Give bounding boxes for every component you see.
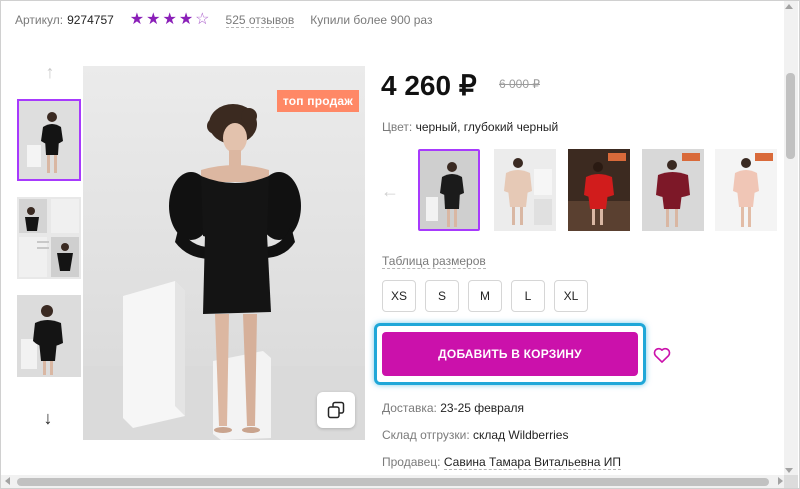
heart-icon [653,347,671,363]
vertical-scroll-thumb[interactable] [786,73,795,159]
delivery-value: 23-25 февраля [440,401,525,415]
scroll-left-arrow-icon[interactable] [5,477,10,485]
product-price: 4 260 ₽ [381,70,477,101]
main-product-photo[interactable]: топ продаж [83,66,365,440]
warehouse-label: Склад отгрузки: [382,428,470,442]
size-button[interactable]: XS [382,280,416,312]
scroll-down-arrow-icon[interactable] [785,468,793,473]
star-filled-icon: ★ [129,11,145,28]
color-label: Цвет: [382,120,413,134]
star-empty-icon: ☆ [195,11,210,28]
color-variant-burgundy[interactable] [642,149,704,231]
vertical-scrollbar[interactable] [784,1,798,477]
pink-dress-variant-icon [715,149,777,231]
delivery-label: Доставка: [382,401,437,415]
size-button[interactable]: XL [554,280,588,312]
article-label: Артикул: [15,13,64,27]
red-dress-variant-icon [568,149,630,231]
thumbnail-1[interactable] [17,99,81,181]
star-filled-icon: ★ [162,11,177,28]
warehouse-value: склад Wildberries [473,428,569,442]
zoom-button[interactable] [317,392,355,428]
scroll-right-arrow-icon[interactable] [778,477,783,485]
scrollbar-corner [784,475,798,488]
black-dress-variant-icon [420,151,478,229]
dress-photo-thumbnail-icon [19,101,79,179]
article-value: 9274757 [67,13,114,27]
size-table-link[interactable]: Таблица размеров [382,254,486,269]
seller-label: Продавец: [382,455,441,469]
top-sales-badge: топ продаж [276,90,359,112]
product-card-window: Артикул: 9274757 ★ ★ ★ ★ ☆ 525 отзывов К… [0,0,800,489]
color-variant-red[interactable] [568,149,630,231]
seller-link[interactable]: Савина Тамара Витальевна ИП [443,455,622,470]
bought-count: Купили более 900 раз [310,13,433,27]
warehouse-row: Склад отгрузки: склад Wildberries [382,428,568,442]
dress-collage-thumbnail-icon [17,197,81,279]
copy-zoom-icon [327,401,345,419]
horizontal-scroll-thumb[interactable] [17,478,769,486]
add-to-cart-button[interactable]: ДОБАВИТЬ В КОРЗИНУ [382,332,638,376]
dress-closeup-thumbnail-icon [17,295,81,377]
delivery-row: Доставка: 23-25 февраля [382,401,524,415]
thumbnail-2[interactable] [17,197,81,279]
color-variant-beige[interactable] [494,149,556,231]
rating-stars: ★ ★ ★ ★ ☆ [130,12,212,28]
color-value: черный, глубокий черный [415,120,559,134]
seller-row: Продавец: Савина Тамара Витальевна ИП [382,455,622,470]
size-button[interactable]: M [468,280,502,312]
reviews-link[interactable]: 525 отзывов [225,13,295,28]
scroll-up-arrow-icon[interactable] [785,4,793,9]
thumbnails-up-arrow-icon[interactable]: ↑ [39,61,61,83]
size-selector: XS S M L XL [382,280,597,312]
color-variant-pink[interactable] [715,149,777,231]
burgundy-dress-variant-icon [642,149,704,231]
product-meta-row: Артикул: 9274757 ★ ★ ★ ★ ☆ 525 отзывов К… [15,11,432,29]
beige-dress-variant-icon [494,149,556,231]
model-in-black-dress-image-icon [83,66,365,440]
thumbnail-3[interactable] [17,295,81,377]
size-button[interactable]: L [511,280,545,312]
old-price: 6 000 ₽ [499,77,540,91]
favorite-button[interactable] [652,345,672,365]
color-variant-black[interactable] [418,149,480,231]
thumbnails-down-arrow-icon[interactable]: ↓ [37,407,59,429]
star-filled-icon: ★ [146,11,161,28]
color-row: Цвет: черный, глубокий черный [382,120,558,134]
size-button[interactable]: S [425,280,459,312]
star-filled-icon: ★ [178,11,194,28]
horizontal-scrollbar[interactable] [1,475,787,488]
variants-left-arrow-icon[interactable]: ← [381,181,399,202]
